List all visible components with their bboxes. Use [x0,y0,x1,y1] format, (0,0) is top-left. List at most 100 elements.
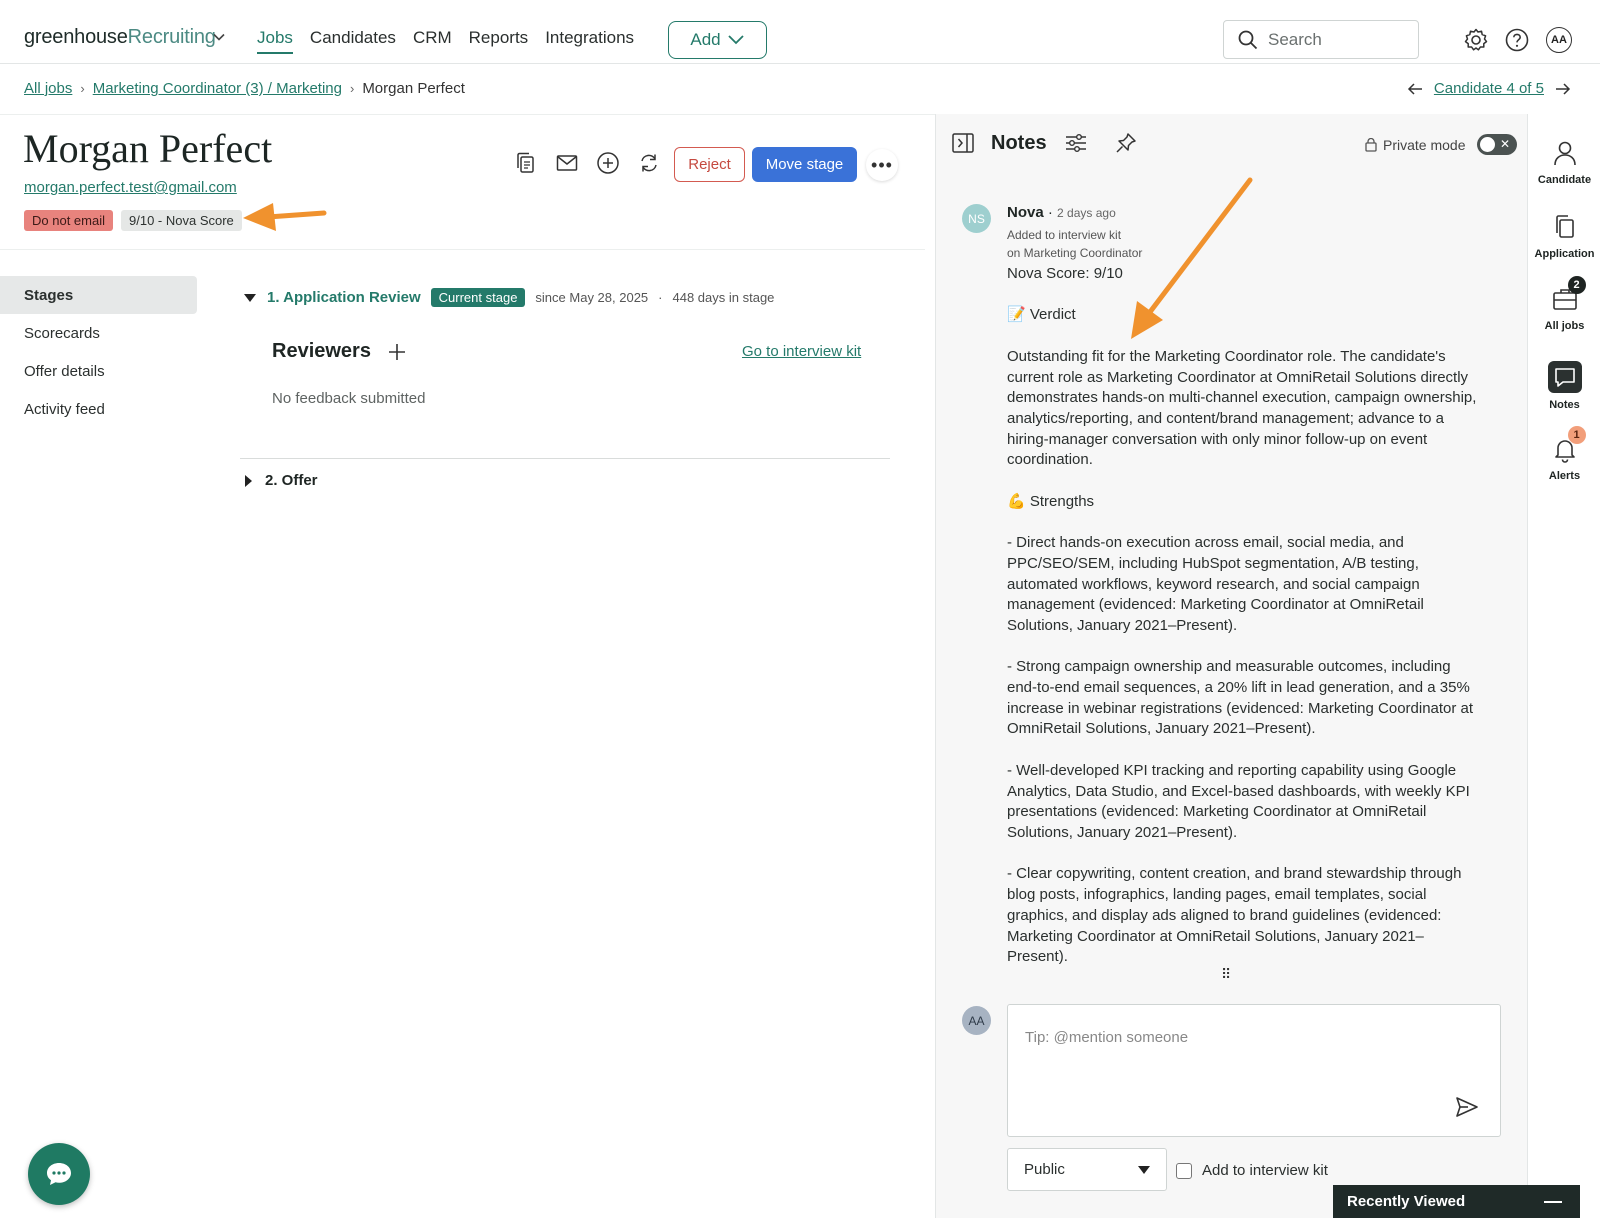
chevron-down-icon[interactable] [212,30,226,44]
recently-viewed-label: Recently Viewed [1347,1193,1466,1210]
main-nav: Jobs Candidates CRM Reports Integrations [257,28,634,54]
breadcrumb-all-jobs[interactable]: All jobs [24,80,72,97]
note-context-line-2: on Marketing Coordinator [1007,246,1143,260]
help-icon[interactable] [1504,27,1530,53]
copy-icon[interactable] [514,151,538,175]
side-item-stages[interactable]: Stages [0,276,197,314]
briefcase-icon: 2 [1550,276,1586,314]
more-actions-button[interactable]: ••• [866,149,898,181]
greenhouse-logo[interactable]: greenhouseRecruiting [24,26,216,49]
resize-handle-icon[interactable]: ⠿ [1221,966,1231,983]
person-icon [1553,141,1576,166]
search-icon [1238,30,1258,49]
checkbox[interactable] [1176,1162,1192,1179]
add-circle-icon[interactable] [596,151,620,175]
rail-item-candidate[interactable]: Candidate [1528,138,1600,186]
nav-crm[interactable]: CRM [413,28,452,54]
rail-label: Application [1534,248,1595,260]
nova-avatar: NS [962,204,991,233]
rail-item-notes[interactable]: Notes [1528,361,1600,411]
note-input-placeholder: Tip: @mention someone [1025,1029,1189,1046]
go-to-interview-kit-link[interactable]: Go to interview kit [742,343,861,360]
add-to-interview-kit-checkbox[interactable]: Add to interview kit [1176,1162,1328,1179]
user-avatar[interactable]: AA [1546,27,1572,53]
rail-label: Alerts [1548,470,1581,482]
caret-down-icon[interactable] [243,292,257,304]
arrow-icon [243,203,327,231]
arrow-right-icon[interactable] [1554,82,1572,96]
send-icon[interactable] [1454,1094,1480,1120]
toggle-knob [1480,137,1495,152]
stage-days: 448 days in stage [672,290,775,305]
stage-meta-dot: · [658,290,663,305]
notes-title: Notes [991,132,1047,154]
note-body: Nova Score: 9/10 📝 Verdict Outstanding f… [1007,265,1477,966]
candidate-pager: Candidate 4 of 5 [1406,80,1572,97]
nav-integrations[interactable]: Integrations [545,28,634,54]
add-reviewer-plus-icon[interactable] [387,342,407,362]
caret-right-icon[interactable] [243,474,253,488]
candidate-side-menu: Stages Scorecards Offer details Activity… [0,276,197,428]
minimize-icon[interactable] [1544,1200,1562,1203]
private-mode-toggle[interactable]: ✕ [1477,134,1517,155]
email-icon[interactable] [555,151,579,175]
document-copy-icon [1555,215,1574,238]
recently-viewed-bar[interactable]: Recently Viewed [1333,1185,1580,1218]
search-placeholder: Search [1268,29,1322,49]
gear-icon[interactable] [1463,27,1489,53]
collapse-panel-icon[interactable] [951,132,975,154]
candidate-email-link[interactable]: morgan.perfect.test@gmail.com [24,179,237,196]
rail-label: All jobs [1544,320,1585,332]
side-item-scorecards[interactable]: Scorecards [0,314,197,352]
rail-label: Notes [1549,399,1580,411]
notes-panel: Notes Private mode ✕ NS Nova · 2 days ag… [935,114,1527,1218]
top-navigation-bar: greenhouseRecruiting Jobs Candidates CRM… [0,6,1600,64]
nav-reports[interactable]: Reports [469,28,529,54]
stage-application-review[interactable]: 1. Application Review Current stage sinc… [243,288,774,307]
chat-bubble-button[interactable] [28,1143,90,1205]
stage-title: 1. Application Review [267,289,421,306]
stage-title: 2. Offer [265,472,318,489]
rail-item-all-jobs[interactable]: 2 All jobs [1528,276,1600,332]
move-stage-button[interactable]: Move stage [752,147,857,182]
rail-item-alerts[interactable]: 1 Alerts [1528,426,1600,482]
candidate-position-link[interactable]: Candidate 4 of 5 [1434,80,1544,97]
add-button[interactable]: Add [668,21,767,59]
note-author-name: Nova [1007,204,1044,221]
reject-button[interactable]: Reject [674,147,745,182]
caret-down-icon [1138,1165,1150,1174]
notes-chat-icon [1547,361,1582,393]
side-item-offer-details[interactable]: Offer details [0,352,197,390]
private-mode-text: Private mode [1383,137,1466,153]
nav-candidates[interactable]: Candidates [310,28,396,54]
breadcrumb-separator-icon: › [349,81,355,96]
current-stage-badge: Current stage [430,288,526,307]
arrow-left-icon[interactable] [1406,82,1424,96]
stage-offer[interactable]: 2. Offer [243,472,318,489]
divider [0,114,935,115]
logo-product-text: Recruiting [127,26,216,48]
all-jobs-count-badge: 2 [1567,276,1586,294]
side-item-activity-feed[interactable]: Activity feed [0,390,197,428]
rail-item-application[interactable]: Application [1528,212,1600,260]
private-mode-label: Private mode [1364,137,1465,153]
bell-icon: 1 [1550,426,1586,464]
current-user-avatar: AA [962,1006,991,1035]
visibility-value: Public [1024,1161,1065,1178]
nav-jobs[interactable]: Jobs [257,28,293,54]
pin-icon[interactable] [1114,131,1138,155]
note-author-line: Nova · 2 days ago [1007,204,1116,221]
nova-score-tag: 9/10 - Nova Score [121,210,242,231]
search-input[interactable]: Search [1223,20,1419,59]
transfer-icon[interactable] [637,151,661,175]
note-visibility-select[interactable]: Public [1007,1148,1167,1191]
note-input-field[interactable]: Tip: @mention someone [1007,1004,1501,1137]
note-context-line-1: Added to interview kit [1007,228,1122,242]
notes-header: Notes Private mode ✕ [936,114,1528,188]
breadcrumb-job[interactable]: Marketing Coordinator (3) / Marketing [93,80,342,97]
rail-label: Candidate [1537,174,1592,186]
filter-sliders-icon[interactable] [1064,132,1088,154]
breadcrumb: All jobs › Marketing Coordinator (3) / M… [24,80,465,97]
note-timestamp: 2 days ago [1057,206,1116,220]
add-button-label: Add [690,30,721,49]
